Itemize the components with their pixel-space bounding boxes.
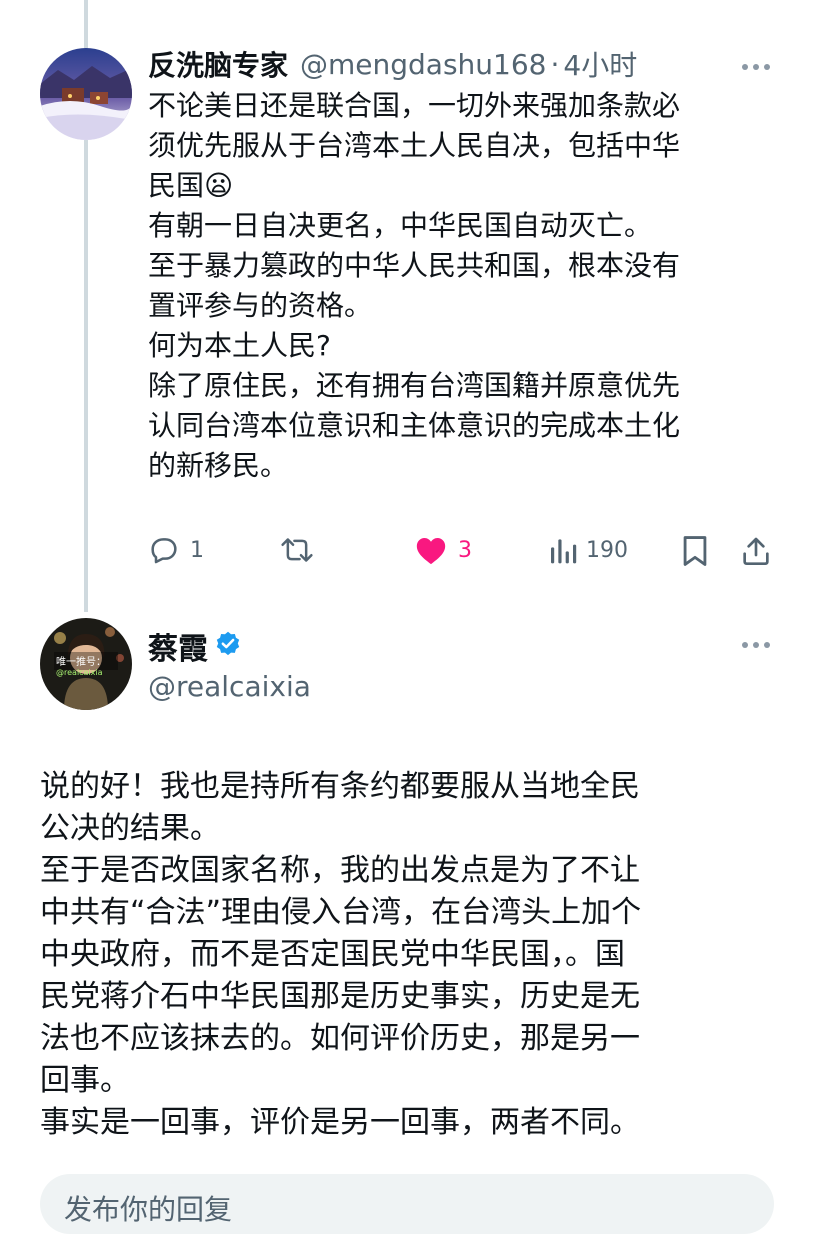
avatar-realcaixia[interactable]: 唯一推号： @realcaixia	[40, 618, 132, 710]
quoted-timestamp[interactable]: 4小时	[563, 44, 637, 84]
view-count: 190	[586, 537, 628, 563]
avatar-mengdashu[interactable]	[40, 48, 132, 140]
share-icon	[740, 534, 772, 568]
reply-count: 1	[190, 537, 204, 563]
quoted-tweet-actions: 1 3 190	[148, 532, 788, 572]
bar-chart-icon	[548, 534, 578, 566]
main-handle[interactable]: @realcaixia	[148, 670, 311, 703]
main-display-name[interactable]: 蔡霞	[148, 624, 208, 668]
main-tweet-name-row: 蔡霞	[148, 624, 242, 668]
views-button[interactable]: 190	[548, 534, 628, 566]
reply-composer[interactable]: 发布你的回复	[40, 1174, 774, 1234]
bookmark-icon	[680, 534, 710, 568]
quoted-separator: ·	[550, 47, 560, 81]
retweet-icon	[280, 534, 314, 566]
bookmark-button[interactable]	[680, 534, 710, 568]
quoted-handle[interactable]: @mengdashu168	[300, 48, 546, 81]
reply-button[interactable]: 1	[148, 534, 204, 566]
main-tweet-text: 说的好！我也是持所有条约都要服从当地全民 公决的结果。 至于是否改国家名称，我的…	[40, 769, 642, 1140]
share-button[interactable]	[740, 534, 772, 568]
quoted-more-options-icon[interactable]	[742, 64, 770, 70]
quoted-display-name[interactable]: 反洗脑专家	[148, 44, 288, 84]
avatar-overlay-text: 唯一推号：	[56, 657, 106, 668]
like-count: 3	[458, 537, 472, 563]
scroll-fade	[0, 1152, 814, 1174]
reply-placeholder: 发布你的回复	[64, 1193, 233, 1226]
quoted-tweet-text: 不论美日还是联合国，一切外来强加条款必 须优先服从于台湾本土人民自决，包括中华 …	[148, 89, 681, 482]
main-handle-row: @realcaixia	[148, 666, 311, 706]
main-more-options-icon[interactable]	[742, 642, 770, 648]
retweet-button[interactable]	[280, 534, 314, 566]
verified-badge-icon	[214, 630, 242, 662]
quoted-tweet-header: 反洗脑专家 @mengdashu168 · 4小时	[148, 44, 637, 84]
heart-icon	[414, 534, 448, 566]
avatar-overlay-handle: @realcaixia	[56, 668, 103, 677]
reply-icon	[148, 534, 180, 566]
like-button[interactable]: 3	[414, 534, 472, 566]
